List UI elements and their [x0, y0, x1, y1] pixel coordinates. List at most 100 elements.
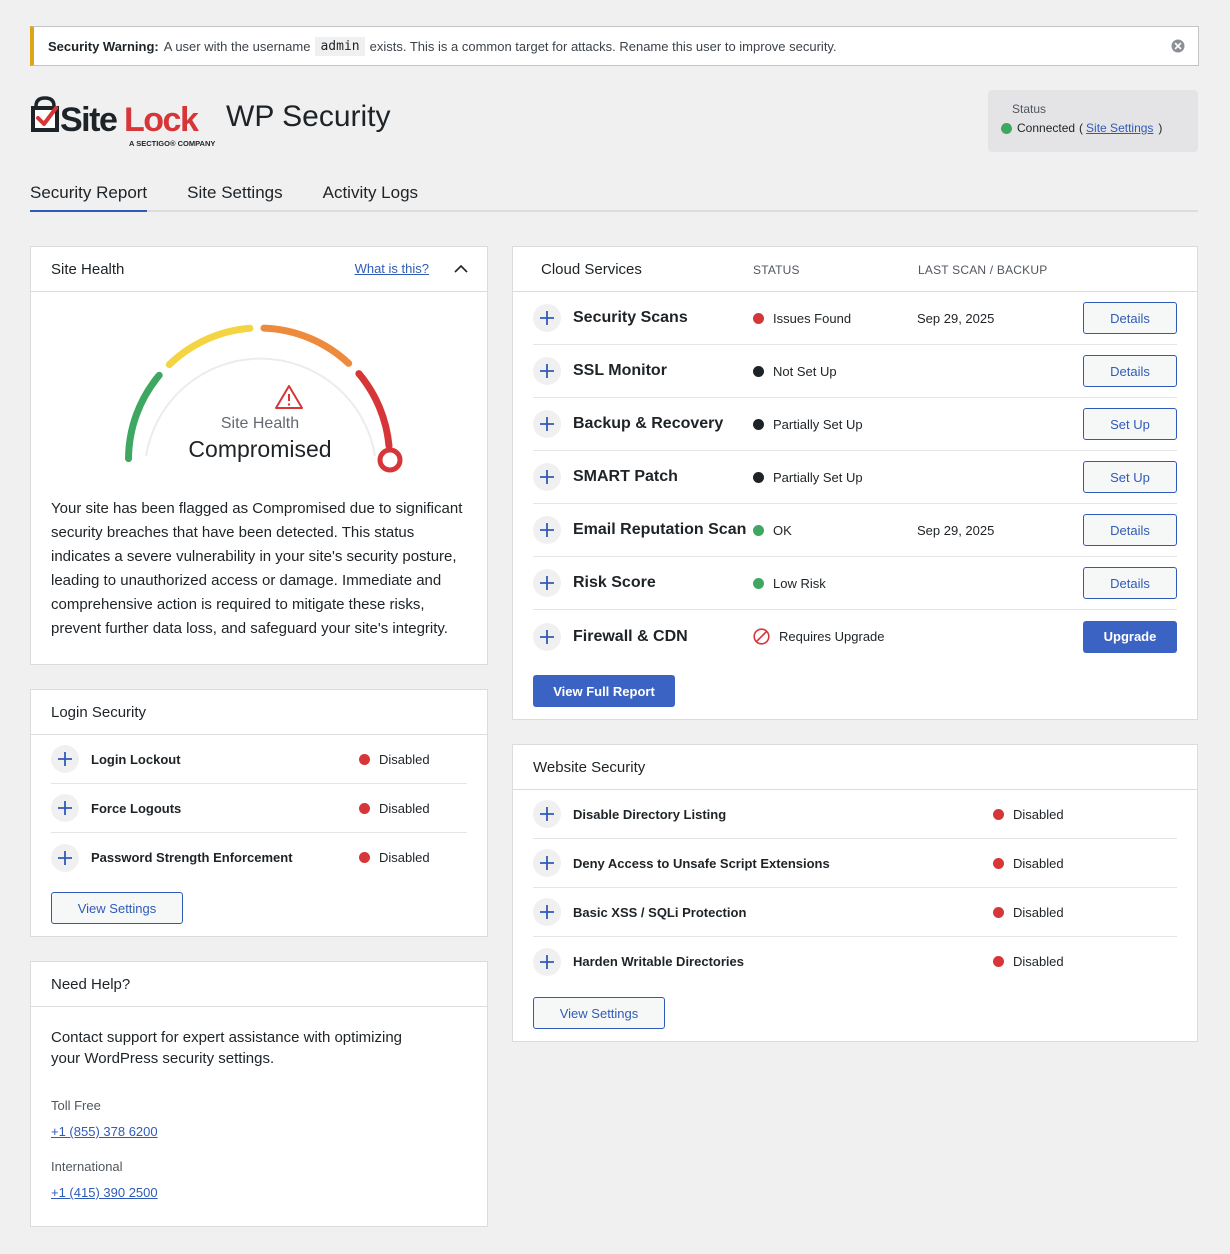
table-row: Risk Score Low Risk Details — [533, 557, 1177, 610]
backup-setup-button[interactable]: Set Up — [1083, 408, 1177, 440]
feature-status: Disabled — [379, 850, 430, 865]
status-dot — [993, 906, 1004, 918]
feature-name: Harden Writable Directories — [573, 954, 744, 969]
login-view-settings-button[interactable]: View Settings — [51, 892, 183, 924]
status-dot — [753, 418, 764, 430]
feature-name: Disable Directory Listing — [573, 806, 727, 822]
status-dot — [993, 956, 1004, 967]
expand-plus-icon[interactable] — [533, 410, 561, 438]
expand-plus-icon[interactable] — [533, 516, 561, 544]
logo-sub-text: A SECTIGO® COMPANY — [129, 139, 215, 148]
firewall-upgrade-button[interactable]: Upgrade — [1083, 620, 1177, 653]
login-security-title: Login Security — [51, 703, 147, 721]
status-open-paren: ( — [1079, 121, 1084, 135]
list-item: Harden Writable Directories Disabled — [533, 937, 1177, 986]
status-dot — [359, 753, 370, 765]
expand-plus-icon[interactable] — [533, 800, 561, 828]
site-settings-link[interactable]: Site Settings — [1086, 121, 1153, 135]
status-dot — [753, 471, 764, 483]
expand-plus-icon[interactable] — [533, 463, 561, 491]
table-row: Security Scans Issues Found Sep 29, 2025… — [533, 292, 1177, 345]
need-help-card: Need Help? Contact support for expert as… — [30, 961, 488, 1227]
list-item: Login Lockout Disabled — [51, 735, 467, 784]
expand-plus-icon[interactable] — [533, 304, 561, 332]
table-row: SSL Monitor Not Set Up Details — [533, 345, 1177, 398]
feature-status: Disabled — [1013, 904, 1064, 920]
service-status: Partially Set Up — [773, 416, 863, 432]
table-row: Email Reputation Scan OK Sep 29, 2025 De… — [533, 504, 1177, 557]
feature-status: Disabled — [1013, 954, 1064, 969]
feature-status: Disabled — [379, 751, 430, 767]
feature-status: Disabled — [1013, 855, 1064, 871]
expand-plus-icon[interactable] — [533, 569, 561, 597]
tab-security-report[interactable]: Security Report — [30, 176, 148, 212]
expand-plus-icon[interactable] — [533, 849, 561, 877]
service-name: Firewall & CDN — [573, 627, 688, 645]
logo-site-text: Site — [60, 101, 117, 139]
view-full-report-button[interactable]: View Full Report — [533, 675, 675, 707]
risk-score-details-button[interactable]: Details — [1083, 567, 1177, 599]
expand-plus-icon[interactable] — [51, 843, 79, 872]
prohibited-icon — [753, 628, 770, 645]
notice-title: Security Warning: — [48, 38, 159, 54]
expand-plus-icon[interactable] — [533, 622, 561, 651]
security-warning-notice: Security Warning: A user with the userna… — [30, 26, 1199, 66]
service-name: SMART Patch — [573, 468, 678, 485]
list-item: Force Logouts Disabled — [51, 784, 467, 833]
feature-name: Force Logouts — [91, 800, 182, 816]
warning-icon — [275, 385, 303, 409]
tab-activity-logs[interactable]: Activity Logs — [323, 176, 418, 212]
feature-name: Basic XSS / SQLi Protection — [573, 904, 747, 920]
tab-site-settings[interactable]: Site Settings — [187, 176, 282, 212]
expand-plus-icon[interactable] — [533, 947, 561, 976]
website-security-list: Disable Directory Listing Disabled Deny … — [513, 790, 1197, 986]
toll-free-phone-link[interactable]: +1 (855) 378 6200 — [51, 1121, 158, 1142]
smart-patch-setup-button[interactable]: Set Up — [1083, 461, 1177, 493]
expand-plus-icon[interactable] — [51, 794, 79, 822]
international-phone-link[interactable]: +1 (415) 390 2500 — [51, 1182, 158, 1203]
status-dot — [753, 524, 764, 536]
notice-text-pre: A user with the username — [163, 38, 311, 54]
product-title: WP Security — [226, 100, 391, 133]
service-status: Not Set Up — [773, 363, 837, 379]
site-health-title: Site Health — [51, 260, 125, 278]
feature-name: Deny Access to Unsafe Script Extensions — [573, 855, 830, 871]
ssl-monitor-details-button[interactable]: Details — [1083, 355, 1177, 387]
service-name: Security Scans — [573, 309, 688, 326]
service-status: Low Risk — [773, 575, 826, 591]
expand-plus-icon[interactable] — [533, 898, 561, 926]
expand-plus-icon[interactable] — [51, 745, 79, 773]
connected-dot — [1001, 122, 1012, 134]
chevron-up-icon[interactable] — [453, 261, 469, 277]
status-dot — [753, 577, 764, 589]
list-item: Password Strength Enforcement Disabled — [51, 833, 467, 882]
website-security-title: Website Security — [533, 758, 646, 776]
security-scans-details-button[interactable]: Details — [1083, 302, 1177, 334]
login-security-card: Login Security Login Lockout Disabled Fo… — [30, 689, 488, 937]
cloud-services-title: Cloud Services — [541, 260, 642, 278]
sitelock-logo: Site Lock A SECTIGO® COMPANY — [31, 96, 215, 148]
column-header-status: STATUS — [753, 263, 800, 277]
international-label: International — [51, 1159, 123, 1174]
feature-status: Disabled — [379, 800, 430, 816]
gauge-label: Site Health — [220, 415, 300, 432]
list-item: Basic XSS / SQLi Protection Disabled — [533, 888, 1177, 937]
website-view-settings-button[interactable]: View Settings — [533, 997, 665, 1029]
service-status: Issues Found — [773, 310, 852, 326]
cloud-services-list: Security Scans Issues Found Sep 29, 2025… — [513, 292, 1197, 663]
what-is-this-link[interactable]: What is this? — [355, 261, 429, 276]
dismiss-icon[interactable] — [1171, 39, 1185, 53]
status-dot — [753, 312, 764, 324]
website-security-card: Website Security Disable Directory Listi… — [512, 744, 1198, 1042]
service-name: Backup & Recovery — [573, 415, 724, 432]
table-row: Firewall & CDN Requires Upgrade Upgrade — [533, 610, 1177, 663]
table-row: SMART Patch Partially Set Up Set Up — [533, 451, 1177, 504]
site-health-description: Your site has been flagged as Compromise… — [51, 500, 463, 637]
status-dot — [993, 857, 1004, 869]
expand-plus-icon[interactable] — [533, 357, 561, 385]
need-help-title: Need Help? — [51, 975, 131, 993]
service-status: Partially Set Up — [773, 469, 863, 485]
column-header-last-scan: LAST SCAN / BACKUP — [918, 263, 1048, 277]
email-reputation-details-button[interactable]: Details — [1083, 514, 1177, 546]
status-dot — [359, 802, 370, 814]
